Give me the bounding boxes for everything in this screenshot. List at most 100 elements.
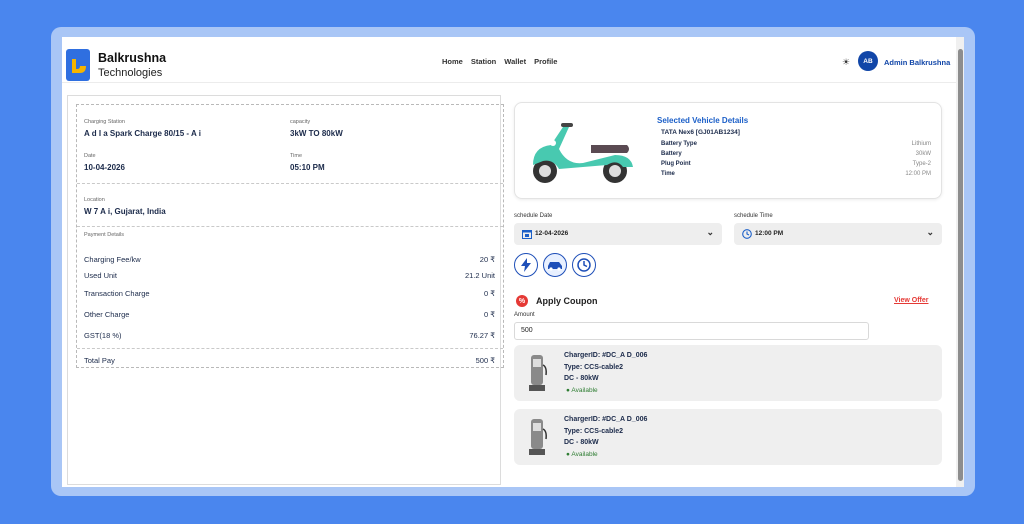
vehicle-row: Time 12:00 PM (661, 171, 931, 177)
scooter-image (533, 123, 633, 183)
vehicle-row: Plug Point Type-2 (661, 161, 931, 167)
vehicle-row-value: 12:00 PM (905, 171, 931, 177)
location-label: Location (84, 197, 105, 203)
apply-coupon-title: Apply Coupon (536, 296, 598, 306)
schedule-date-select[interactable]: 12-04-2026 ⌄ (514, 223, 722, 245)
amount-label: Amount (514, 312, 535, 318)
payment-details-label: Payment Details (84, 232, 125, 238)
payment-row-value: 0 ₹ (483, 310, 495, 319)
coupon-icon: % (516, 295, 528, 307)
payment-row: Used Unit 21.2 Unit (84, 271, 495, 280)
charge-type-button[interactable] (514, 253, 538, 277)
payment-row: Other Charge 0 ₹ (84, 310, 495, 319)
vehicle-row: Battery Type Lithium (661, 141, 931, 147)
total-row: Total Pay 500 ₹ (84, 356, 495, 365)
user-name[interactable]: Admin Balkrushna (884, 58, 950, 67)
total-label: Total Pay (84, 356, 115, 365)
capacity-value: 3kW TO 80kW (290, 129, 343, 138)
nav-home[interactable]: Home (442, 57, 463, 66)
vehicle-row: Battery 30kW (661, 151, 931, 157)
charger-type: Type: CCS-cable2 (564, 364, 623, 371)
calendar-icon (522, 230, 532, 239)
payment-row: GST(18 %) 76.27 ₹ (84, 331, 495, 340)
view-offer-link[interactable]: View Offer (894, 297, 929, 304)
payment-row-label: Transaction Charge (84, 289, 150, 298)
car-icon (548, 262, 562, 271)
theme-toggle-icon[interactable]: ☀ (842, 57, 850, 68)
vehicle-type-button[interactable] (543, 253, 567, 277)
avatar[interactable]: AB (858, 51, 878, 71)
vehicle-row-value: 30kW (915, 151, 931, 157)
station-value: A d I a Spark Charge 80/15 - A i (84, 129, 201, 138)
scrollbar-thumb[interactable] (958, 49, 963, 481)
payment-row-label: GST(18 %) (84, 331, 122, 340)
charger-status: ● Available (566, 451, 598, 458)
vehicle-row-value: Type-2 (912, 161, 931, 167)
amount-input[interactable]: 500 (514, 322, 869, 340)
payment-row-label: Used Unit (84, 271, 117, 280)
date-value: 10-04-2026 (84, 163, 125, 172)
charger-card[interactable]: ChargerID: #DC_A D_006 Type: CCS-cable2 … (514, 409, 942, 465)
schedule-time-select[interactable]: 12:00 PM ⌄ (734, 223, 942, 245)
divider (77, 226, 503, 227)
nav-station[interactable]: Station (471, 57, 496, 66)
vehicle-row-label: Battery Type (661, 141, 697, 147)
time-value: 05:10 PM (290, 163, 325, 172)
charger-image (529, 355, 547, 391)
charger-power: DC - 80kW (564, 375, 599, 382)
payment-row-label: Charging Fee/kw (84, 255, 141, 264)
clock-icon (577, 258, 591, 272)
time-slot-button[interactable] (572, 253, 596, 277)
nav-wallet[interactable]: Wallet (504, 57, 526, 66)
schedule-time-label: schedule Time (734, 213, 773, 219)
total-value: 500 ₹ (475, 356, 495, 365)
vehicle-details-card[interactable]: Selected Vehicle Details TATA Nex6 [GJ01… (514, 102, 942, 199)
charger-status-text: Available (571, 387, 598, 394)
payment-row: Transaction Charge 0 ₹ (84, 289, 495, 298)
time-label: Time (290, 153, 303, 159)
charger-id: ChargerID: #DC_A D_006 (564, 352, 648, 359)
vehicle-row-label: Battery (661, 151, 682, 157)
header: Balkrushna Technologies Home Station Wal… (62, 37, 956, 83)
charger-status-text: Available (571, 451, 598, 458)
divider (77, 183, 503, 184)
brand-logo (66, 49, 90, 81)
app-window: Balkrushna Technologies Home Station Wal… (62, 37, 964, 487)
nav-profile[interactable]: Profile (534, 57, 557, 66)
divider (77, 348, 503, 349)
payment-row-label: Other Charge (84, 310, 130, 319)
station-label: Charging Station (84, 119, 125, 125)
scrollbar[interactable] (956, 37, 964, 487)
payment-row: Charging Fee/kw 20 ₹ (84, 255, 495, 264)
lightning-icon (521, 258, 531, 272)
charger-image (529, 419, 547, 455)
clock-icon (742, 229, 752, 239)
charger-power: DC - 80kW (564, 439, 599, 446)
brand: Balkrushna Technologies (98, 51, 166, 81)
payment-row-value: 20 ₹ (479, 255, 495, 264)
charger-type: Type: CCS-cable2 (564, 428, 623, 435)
schedule-time-value: 12:00 PM (755, 230, 784, 237)
charger-status: ● Available (566, 387, 598, 394)
vehicle-details-title: Selected Vehicle Details (657, 116, 749, 125)
payment-row-value: 76.27 ₹ (469, 331, 495, 340)
chevron-down-icon: ⌄ (706, 227, 714, 237)
main-nav: Home Station Wallet Profile (442, 57, 557, 66)
vehicle-row-label: Time (661, 171, 675, 177)
vehicle-row-value: Lithium (911, 141, 931, 147)
chevron-down-icon: ⌄ (926, 227, 934, 237)
charger-card[interactable]: ChargerID: #DC_A D_006 Type: CCS-cable2 … (514, 345, 942, 401)
brand-subtitle: Technologies (98, 67, 163, 79)
payment-row-value: 0 ₹ (483, 289, 495, 298)
vehicle-model: TATA Nex6 [GJ01AB1234] (661, 129, 740, 136)
capacity-label: capacity (290, 119, 311, 125)
booking-summary-card: Charging Station A d I a Spark Charge 80… (67, 95, 504, 485)
payment-row-value: 21.2 Unit (464, 271, 495, 280)
schedule-date-label: schedule Date (514, 213, 553, 219)
vehicle-row-label: Plug Point (661, 161, 691, 167)
charger-id: ChargerID: #DC_A D_006 (564, 416, 648, 423)
location-value: W 7 A i, Gujarat, India (84, 207, 166, 216)
schedule-date-value: 12-04-2026 (535, 230, 569, 237)
booking-info: Charging Station A d I a Spark Charge 80… (76, 104, 504, 368)
date-label: Date (84, 153, 96, 159)
